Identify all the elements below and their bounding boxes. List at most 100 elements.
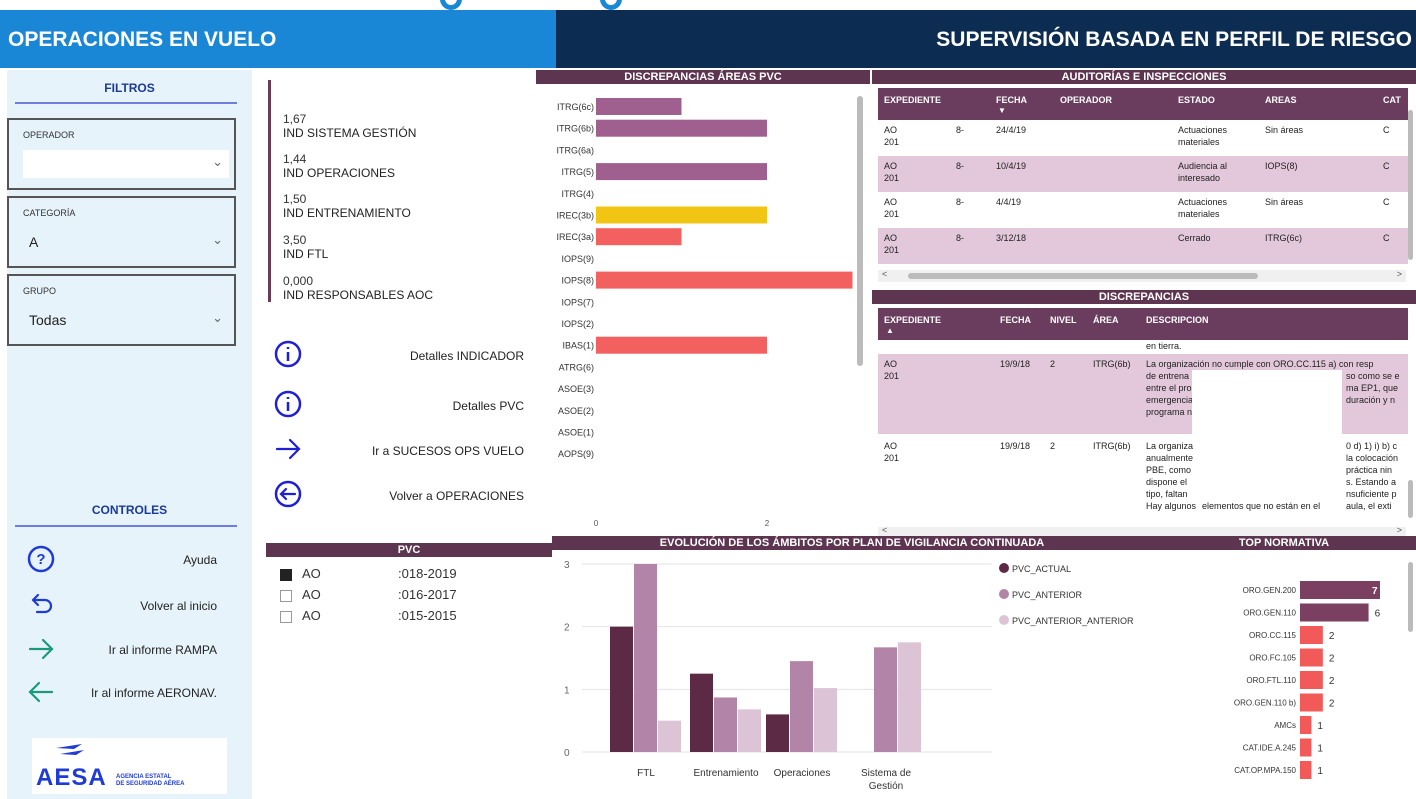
column-header[interactable]: OPERADOR — [1060, 95, 1112, 105]
aesa-plane-icon — [56, 744, 84, 755]
table-row[interactable]: AO 201 10/4/19 Audiencia al interesado IOPS… — [878, 156, 1408, 192]
bar[interactable] — [898, 642, 921, 752]
legend-marker[interactable] — [999, 589, 1009, 599]
bar[interactable] — [596, 98, 682, 115]
legend-label[interactable]: PVC_ANTERIOR_ANTERIOR — [1012, 616, 1134, 626]
bar[interactable] — [596, 163, 767, 181]
sort-asc-icon[interactable]: ▲ — [886, 326, 894, 335]
indicator-name: IND ENTRENAMIENTO — [283, 206, 411, 220]
bar[interactable] — [1300, 626, 1323, 644]
bar[interactable] — [1300, 693, 1323, 712]
detalles-indicador-button[interactable]: Detalles INDICADOR — [274, 340, 526, 370]
category-slicer[interactable]: CATEGORÍA A ⌄ — [7, 196, 236, 268]
rampa-control[interactable]: Ir al informe RAMPA — [27, 635, 227, 665]
bar[interactable] — [596, 119, 767, 137]
bar[interactable] — [766, 714, 789, 752]
chevron-right-icon[interactable]: > — [1397, 269, 1402, 279]
bar[interactable] — [596, 206, 767, 224]
column-header[interactable]: AREAS — [1265, 95, 1297, 105]
pvc-option[interactable]: AO :018-2019 — [280, 566, 540, 587]
legend-marker[interactable] — [999, 615, 1009, 625]
group-slicer[interactable]: GRUPO Todas ⌄ — [7, 274, 236, 346]
legend-marker[interactable] — [999, 563, 1009, 573]
checkbox[interactable] — [280, 569, 292, 581]
legend-label[interactable]: PVC_ANTERIOR — [1012, 590, 1083, 600]
x-tick-label: Operaciones — [774, 768, 831, 779]
bar[interactable] — [1300, 581, 1380, 599]
table-row[interactable]: AO 201 19/9/18 2 ITRG(6b) La organizació… — [878, 354, 1408, 434]
checkbox[interactable] — [280, 611, 292, 623]
normativa-vscroll[interactable] — [1408, 562, 1413, 632]
y-tick-label: 0 — [564, 748, 570, 759]
bar[interactable] — [1300, 603, 1369, 622]
bar[interactable] — [790, 661, 813, 752]
bar[interactable] — [596, 228, 682, 246]
column-header[interactable]: EXPEDIENTE — [884, 95, 941, 105]
bar[interactable] — [1300, 761, 1312, 779]
bar[interactable] — [714, 697, 737, 752]
home-control[interactable]: Volver al inicio — [27, 590, 227, 620]
pvc-option-period: :016-2017 — [398, 587, 457, 602]
column-header[interactable]: CAT — [1383, 95, 1401, 105]
bar[interactable] — [1300, 716, 1312, 734]
column-header[interactable]: DESCRIPCION — [1146, 315, 1209, 325]
volver-operaciones-button[interactable]: Volver a OPERACIONES — [274, 480, 526, 510]
areas-scrollbar[interactable] — [857, 96, 863, 366]
chevron-right-icon[interactable]: > — [1397, 525, 1402, 535]
sort-desc-icon[interactable]: ▼ — [998, 106, 1006, 115]
category-label: IOPS(2) — [561, 319, 594, 329]
auditorias-vscroll[interactable] — [1408, 110, 1413, 260]
bar[interactable] — [610, 626, 633, 752]
column-header[interactable]: FECHA — [1000, 315, 1031, 325]
bar[interactable] — [634, 564, 657, 752]
column-header[interactable]: FECHA — [996, 95, 1027, 105]
bar[interactable] — [690, 673, 713, 752]
pvc-option[interactable]: AO :015-2015 — [280, 608, 540, 629]
column-header[interactable]: ESTADO — [1178, 95, 1215, 105]
help-circle-icon: ? — [27, 545, 55, 573]
bar[interactable] — [738, 709, 761, 752]
column-header[interactable]: NIVEL — [1050, 315, 1077, 325]
bar[interactable] — [874, 647, 897, 752]
legend-label[interactable]: PVC_ACTUAL — [1012, 564, 1071, 574]
bar[interactable] — [1300, 671, 1323, 689]
discrepancias-vscroll[interactable] — [1408, 480, 1413, 518]
bar[interactable] — [1300, 738, 1312, 757]
indicator-value: 1,50 — [283, 192, 307, 206]
aeronav-control[interactable]: Ir al informe AERONAV. — [27, 678, 227, 708]
pvc-option-prefix: AO — [302, 587, 321, 602]
bar[interactable] — [596, 271, 853, 289]
scrollbar-thumb[interactable] — [908, 273, 1258, 279]
category-label: AOPS(9) — [558, 449, 594, 459]
group-dropdown[interactable]: Todas ⌄ — [23, 306, 229, 334]
category-label: ITRG(6c) — [557, 102, 594, 112]
table-row[interactable]: AO 201 4/4/19 Actuaciones materiales Sin ár… — [878, 192, 1408, 228]
help-control[interactable]: ? Ayuda — [27, 545, 227, 575]
pvc-option-period: :018-2019 — [398, 566, 457, 581]
sucesos-button[interactable]: Ir a SUCESOS OPS VUELO — [274, 435, 526, 465]
cell-expediente: AO 201 — [884, 359, 900, 381]
indicator-value: 0,000 — [283, 274, 314, 288]
checkbox[interactable] — [280, 590, 292, 602]
bar[interactable] — [658, 720, 681, 752]
column-header[interactable]: ÁREA — [1093, 315, 1119, 325]
data-label: 1 — [1317, 744, 1323, 755]
sucesos-label: Ir a SUCESOS OPS VUELO — [371, 444, 524, 458]
category-dropdown[interactable]: A ⌄ — [23, 228, 229, 256]
column-header[interactable]: EXPEDIENTE — [884, 315, 941, 325]
auditorias-hscroll[interactable]: < > — [878, 269, 1406, 282]
pvc-option[interactable]: AO :016-2017 — [280, 587, 540, 608]
table-row[interactable]: AO 201 19/9/18 2 ITRG(6b) La organiza an… — [878, 436, 1408, 526]
detalles-pvc-button[interactable]: Detalles PVC — [274, 390, 526, 420]
bar[interactable] — [814, 688, 837, 752]
chevron-left-icon[interactable]: < — [882, 525, 887, 535]
bar[interactable] — [1300, 648, 1323, 667]
table-row[interactable]: AO 201 3/12/18 Cerrado ITRG(6c) C 8- — [878, 228, 1408, 264]
filters-title: FILTROS — [104, 81, 155, 95]
operator-slicer[interactable]: OPERADOR ⌄ — [7, 118, 236, 190]
bar[interactable] — [596, 336, 767, 354]
operator-dropdown[interactable]: ⌄ — [23, 150, 229, 178]
category-label: ORO.FTL.110 — [1246, 676, 1296, 685]
chevron-left-icon[interactable]: < — [882, 269, 887, 279]
table-row[interactable]: AO 201 24/4/19 Actuaciones materiales Sin á… — [878, 120, 1408, 156]
